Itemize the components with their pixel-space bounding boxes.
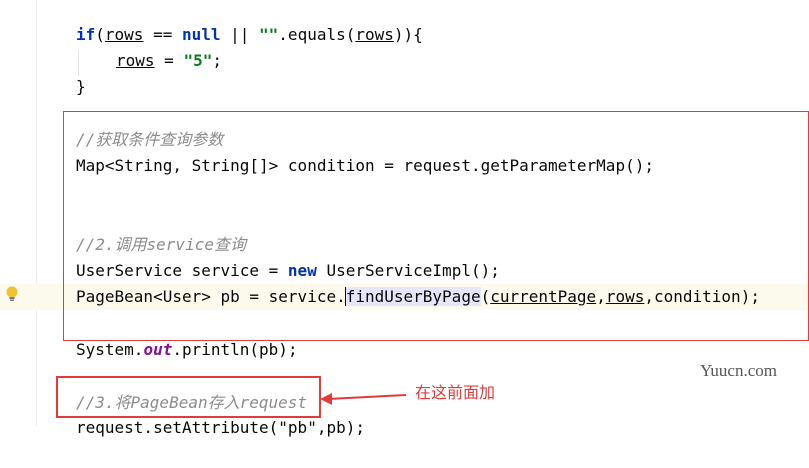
code-text: System.	[76, 340, 144, 359]
lightbulb-icon[interactable]	[4, 285, 20, 303]
keyword: if	[76, 25, 96, 44]
keyword: null	[181, 25, 221, 44]
code-text: }	[76, 77, 86, 96]
code-line-1[interactable]: if(rows == null || "".equals(rows)){	[0, 22, 809, 48]
code-line-11[interactable]: request.setAttribute("pb",pb);	[76, 415, 365, 441]
static-field: out	[143, 340, 173, 359]
arrow-icon	[320, 393, 407, 405]
variable-rows: rows	[116, 51, 155, 70]
code-text: .println(pb);	[172, 340, 298, 359]
code-line-2[interactable]: rows = "5";	[0, 48, 809, 74]
string-literal: ""	[259, 25, 279, 44]
string-literal: "5"	[183, 51, 213, 70]
code-text: ;	[212, 51, 222, 70]
annotation-label: 在这前面加	[415, 383, 496, 402]
code-text: (	[95, 25, 105, 44]
code-text: ||	[220, 25, 260, 44]
code-text: ==	[143, 25, 182, 44]
variable-rows: rows	[355, 25, 394, 44]
code-text: =	[154, 51, 184, 70]
variable-rows: rows	[104, 25, 144, 44]
highlight-box-main	[63, 111, 809, 341]
code-text: )){	[393, 25, 423, 44]
code-text: .equals(	[278, 25, 356, 44]
highlight-box-comment	[56, 376, 321, 418]
watermark: Yuucn.com	[700, 361, 777, 380]
code-line-3[interactable]: }	[0, 74, 809, 100]
